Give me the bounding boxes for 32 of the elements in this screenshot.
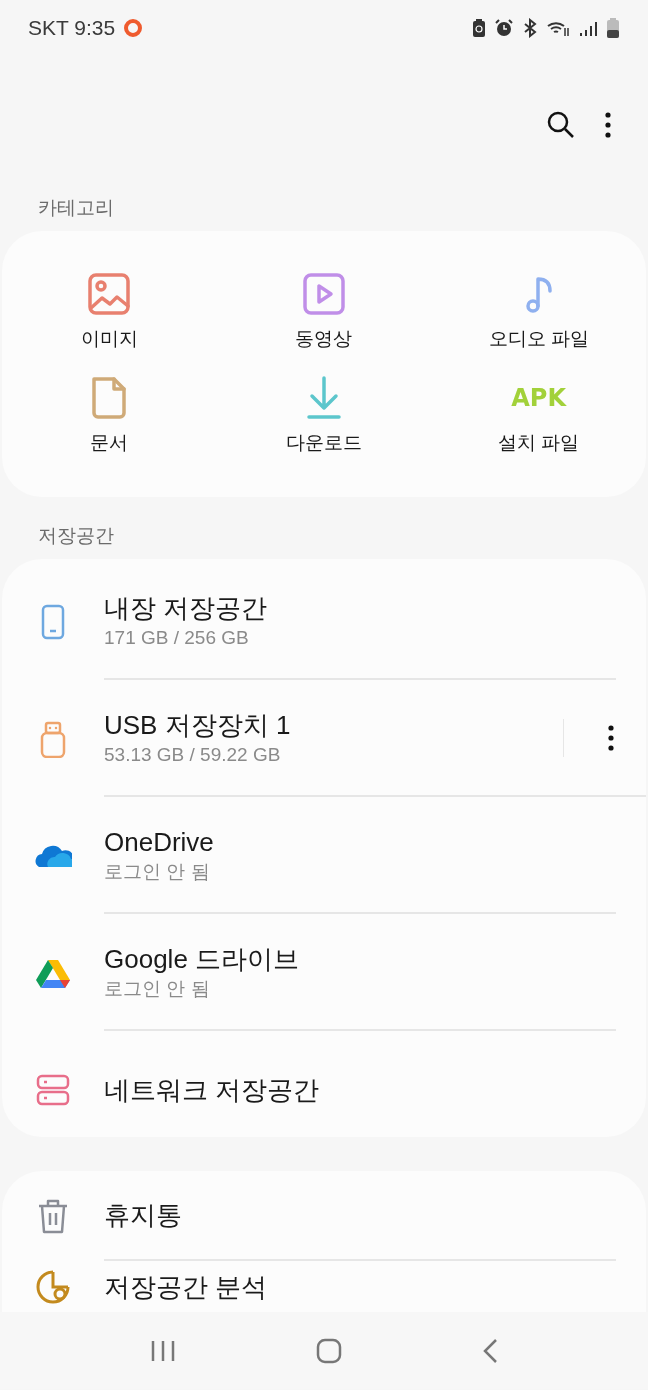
bluetooth-icon — [522, 17, 538, 38]
recent-apps-icon[interactable] — [150, 1338, 176, 1363]
alarm-icon — [494, 17, 514, 38]
category-label[interactable]: 오디오 파일 — [488, 324, 589, 353]
battery-saver-icon — [472, 17, 486, 38]
more-options-icon[interactable] — [608, 724, 614, 751]
category-label[interactable]: 동영상 — [295, 324, 353, 353]
item-title[interactable]: OneDrive — [104, 824, 214, 859]
apk-icon: APK — [511, 375, 567, 421]
section-title: 카테고리 — [37, 195, 115, 220]
item-title[interactable]: Google 드라이브 — [104, 941, 300, 976]
item-title[interactable]: 저장공간 분석 — [104, 1269, 268, 1304]
category-label[interactable]: 설치 파일 — [498, 429, 580, 458]
item-subtitle: 로그인 안 됨 — [104, 859, 211, 884]
category-label[interactable]: 문서 — [90, 429, 129, 458]
more-options-icon[interactable] — [604, 111, 612, 139]
item-title[interactable]: 휴지통 — [104, 1198, 182, 1232]
battery-icon — [606, 16, 620, 39]
item-subtitle: 53.13 GB / 59.22 GB — [104, 742, 282, 767]
home-icon[interactable] — [316, 1337, 342, 1364]
item-subtitle: 로그인 안 됨 — [104, 976, 211, 1001]
search-icon[interactable] — [546, 110, 576, 140]
record-icon — [123, 17, 144, 38]
section-title: 저장공간 — [37, 523, 115, 548]
status-time: SKT 9:35 — [28, 14, 116, 41]
item-title[interactable]: 네트워크 저장공간 — [104, 1072, 320, 1107]
category-label[interactable]: 다운로드 — [286, 429, 362, 458]
item-title[interactable]: USB 저장장치 1 — [104, 707, 291, 742]
item-title[interactable]: 내장 저장공간 — [104, 590, 268, 625]
category-label[interactable]: 이미지 — [80, 324, 138, 353]
back-icon[interactable] — [482, 1337, 498, 1364]
item-subtitle: 171 GB / 256 GB — [104, 625, 250, 650]
